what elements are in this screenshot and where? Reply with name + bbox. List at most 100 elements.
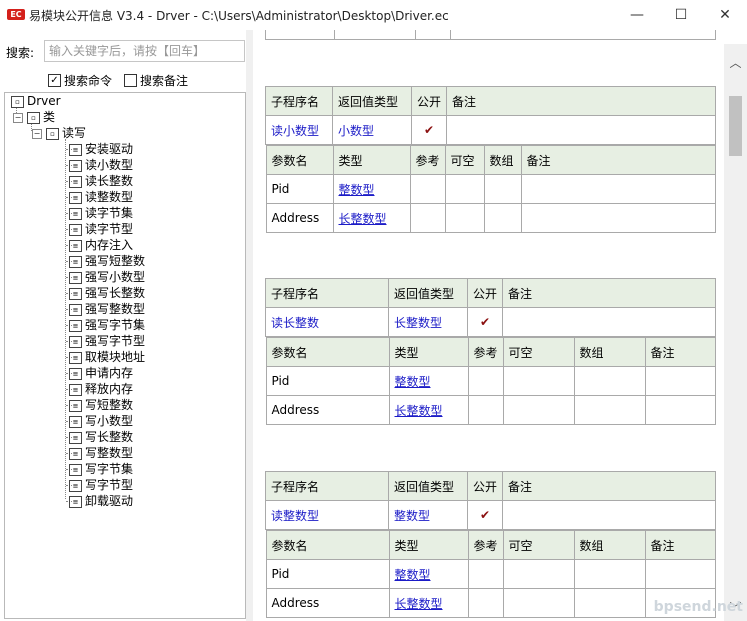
return-type-link[interactable]: 小数型 <box>332 115 412 145</box>
param-name: Pid <box>265 366 390 396</box>
tree-item[interactable]: ≡ 强写整数型 <box>69 301 145 317</box>
param-arr-cell <box>573 588 646 618</box>
header-cell: 备注 <box>644 530 716 560</box>
close-button[interactable]: ✕ <box>702 0 747 30</box>
header-cell: 公开 <box>410 86 448 116</box>
subroutine-name[interactable]: 读长整数 <box>265 307 389 337</box>
table-header-row: 子程序名 返回值类型 公开 备注 <box>265 86 716 116</box>
param-table: 参数名 类型 参考 可空 数组 备注 Pid 整数型 Address 长整数型 <box>265 337 716 425</box>
param-opt-cell <box>502 559 575 589</box>
tree-item[interactable]: ≡ 读小数型 <box>69 157 133 173</box>
param-arr-cell <box>573 395 646 425</box>
subroutine-icon: ≡ <box>69 303 82 316</box>
collapse-icon[interactable]: − <box>32 129 42 139</box>
tree-item[interactable]: ≡ 写字节型 <box>69 477 133 493</box>
param-type-link[interactable]: 整数型 <box>388 559 469 589</box>
param-opt-cell <box>502 395 575 425</box>
group-icon: ▫ <box>46 127 59 140</box>
param-type-link[interactable]: 整数型 <box>388 366 469 396</box>
tree-item[interactable]: ≡ 内存注入 <box>69 237 133 253</box>
tree-item[interactable]: ≡ 强写长整数 <box>69 285 145 301</box>
table-header-row: 子程序名 返回值类型 公开 备注 <box>265 471 716 501</box>
param-opt-cell <box>502 588 575 618</box>
scroll-up-icon[interactable]: ︿ <box>724 54 747 72</box>
subroutine-icon: ≡ <box>69 399 82 412</box>
tree-item-label: 写字节集 <box>85 462 134 476</box>
search-notes-checkbox[interactable]: 搜索备注 <box>124 72 188 89</box>
header-cell: 参数名 <box>265 530 390 560</box>
module-tree[interactable]: ▫ Drver − ▫ 类 − ▫ 读写 ≡ 安装驱动 ≡ 读小数型 ≡ 读长整数 ≡ 读整数型 ≡ 读… <box>4 92 246 619</box>
splitter[interactable] <box>246 30 253 621</box>
subroutine-icon: ≡ <box>69 495 82 508</box>
param-type-link[interactable]: 长整数型 <box>388 588 469 618</box>
return-type-link[interactable]: 长整数型 <box>388 307 468 337</box>
tree-node-class[interactable]: ▫ 类 <box>27 109 55 125</box>
subroutine-icon: ≡ <box>69 463 82 476</box>
tree-item[interactable]: ≡ 读字节集 <box>69 205 133 221</box>
tree-item-label: 强写小数型 <box>85 270 146 284</box>
subroutine-icon: ≡ <box>69 159 82 172</box>
header-cell: 备注 <box>502 278 716 308</box>
note-cell <box>446 115 716 145</box>
header-cell: 参数名 <box>265 337 390 367</box>
tree-item[interactable]: ≡ 读整数型 <box>69 189 133 205</box>
tree-item[interactable]: ≡ 写小数型 <box>69 413 133 429</box>
header-cell: 数组 <box>573 530 646 560</box>
tree-item[interactable]: ≡ 写短整数 <box>69 397 133 413</box>
tree-item[interactable]: ≡ 强写字节集 <box>69 317 145 333</box>
tree-item[interactable]: ≡ 写长整数 <box>69 429 133 445</box>
tree-item[interactable]: ≡ 写字节集 <box>69 461 133 477</box>
tree-item[interactable]: ≡ 强写字节型 <box>69 333 145 349</box>
param-header-row: 参数名 类型 参考 可空 数组 备注 <box>265 337 716 367</box>
vertical-scrollbar[interactable]: ︿ ﹀ <box>724 44 747 621</box>
tree-item[interactable]: ≡ 取模块地址 <box>69 349 145 365</box>
checkbox-box[interactable]: ✓ <box>48 74 61 87</box>
subroutine-icon: ≡ <box>69 431 82 444</box>
tree-item[interactable]: ≡ 释放内存 <box>69 381 133 397</box>
scroll-thumb[interactable] <box>729 96 742 156</box>
subroutine-name[interactable]: 读小数型 <box>265 115 333 145</box>
header-cell: 类型 <box>388 337 469 367</box>
tree-item[interactable]: ≡ 强写短整数 <box>69 253 145 269</box>
tree-node-root[interactable]: ▫ Drver <box>11 93 61 109</box>
header-cell: 参考 <box>409 145 446 175</box>
checkbox-box[interactable] <box>124 74 137 87</box>
tree-item[interactable]: ≡ 读字节型 <box>69 221 133 237</box>
header-cell: 数组 <box>573 337 646 367</box>
tree-item[interactable]: ≡ 强写小数型 <box>69 269 145 285</box>
param-type-link[interactable]: 长整数型 <box>332 203 411 233</box>
minimize-button[interactable]: — <box>614 0 660 30</box>
param-arr-cell <box>483 203 522 233</box>
note-cell <box>502 500 716 530</box>
header-cell: 数组 <box>483 145 522 175</box>
tree-node-group[interactable]: ▫ 读写 <box>46 125 86 141</box>
tree-item-label: 读小数型 <box>85 158 134 172</box>
subroutine-icon: ≡ <box>69 271 82 284</box>
param-note-cell <box>644 559 716 589</box>
collapse-icon[interactable]: − <box>13 113 23 123</box>
header-cell: 备注 <box>520 145 716 175</box>
param-type-link[interactable]: 长整数型 <box>388 395 469 425</box>
subroutine-name[interactable]: 读整数型 <box>265 500 389 530</box>
tree-item-label: 安装驱动 <box>85 142 134 156</box>
doc-panel[interactable]: 子程序名 返回值类型 公开 备注 读小数型 小数型 ✔ 参数名 类型 参考 可空 数组 备注 Pid 整数型… <box>253 30 747 621</box>
tree-item[interactable]: ≡ 写整数型 <box>69 445 133 461</box>
maximize-button[interactable]: ☐ <box>658 0 704 30</box>
search-commands-checkbox[interactable]: ✓ 搜索命令 <box>48 72 112 89</box>
param-type-link[interactable]: 整数型 <box>332 174 411 204</box>
param-name: Address <box>265 395 390 425</box>
tree-item[interactable]: ≡ 安装驱动 <box>69 141 133 157</box>
public-check-icon: ✔ <box>466 307 504 337</box>
tree-item[interactable]: ≡ 申请内存 <box>69 365 133 381</box>
subroutine-icon: ≡ <box>69 207 82 220</box>
search-input[interactable] <box>44 40 245 62</box>
subroutine-table: 子程序名 返回值类型 公开 备注 读整数型 整数型 ✔ 参数名 类型 参考 可空 数组 备注 Pid 整数型… <box>265 471 716 618</box>
tree-item-label: 内存注入 <box>85 238 134 252</box>
subroutine-icon: ≡ <box>69 335 82 348</box>
tree-item[interactable]: ≡ 卸载驱动 <box>69 493 133 509</box>
tree-item[interactable]: ≡ 读长整数 <box>69 173 133 189</box>
header-cell: 类型 <box>332 145 411 175</box>
subroutine-table: 子程序名 返回值类型 公开 备注 读小数型 小数型 ✔ 参数名 类型 参考 可空 数组 备注 Pid 整数型… <box>265 86 716 233</box>
return-type-link[interactable]: 整数型 <box>388 500 468 530</box>
checkbox-label: 搜索备注 <box>140 74 189 88</box>
